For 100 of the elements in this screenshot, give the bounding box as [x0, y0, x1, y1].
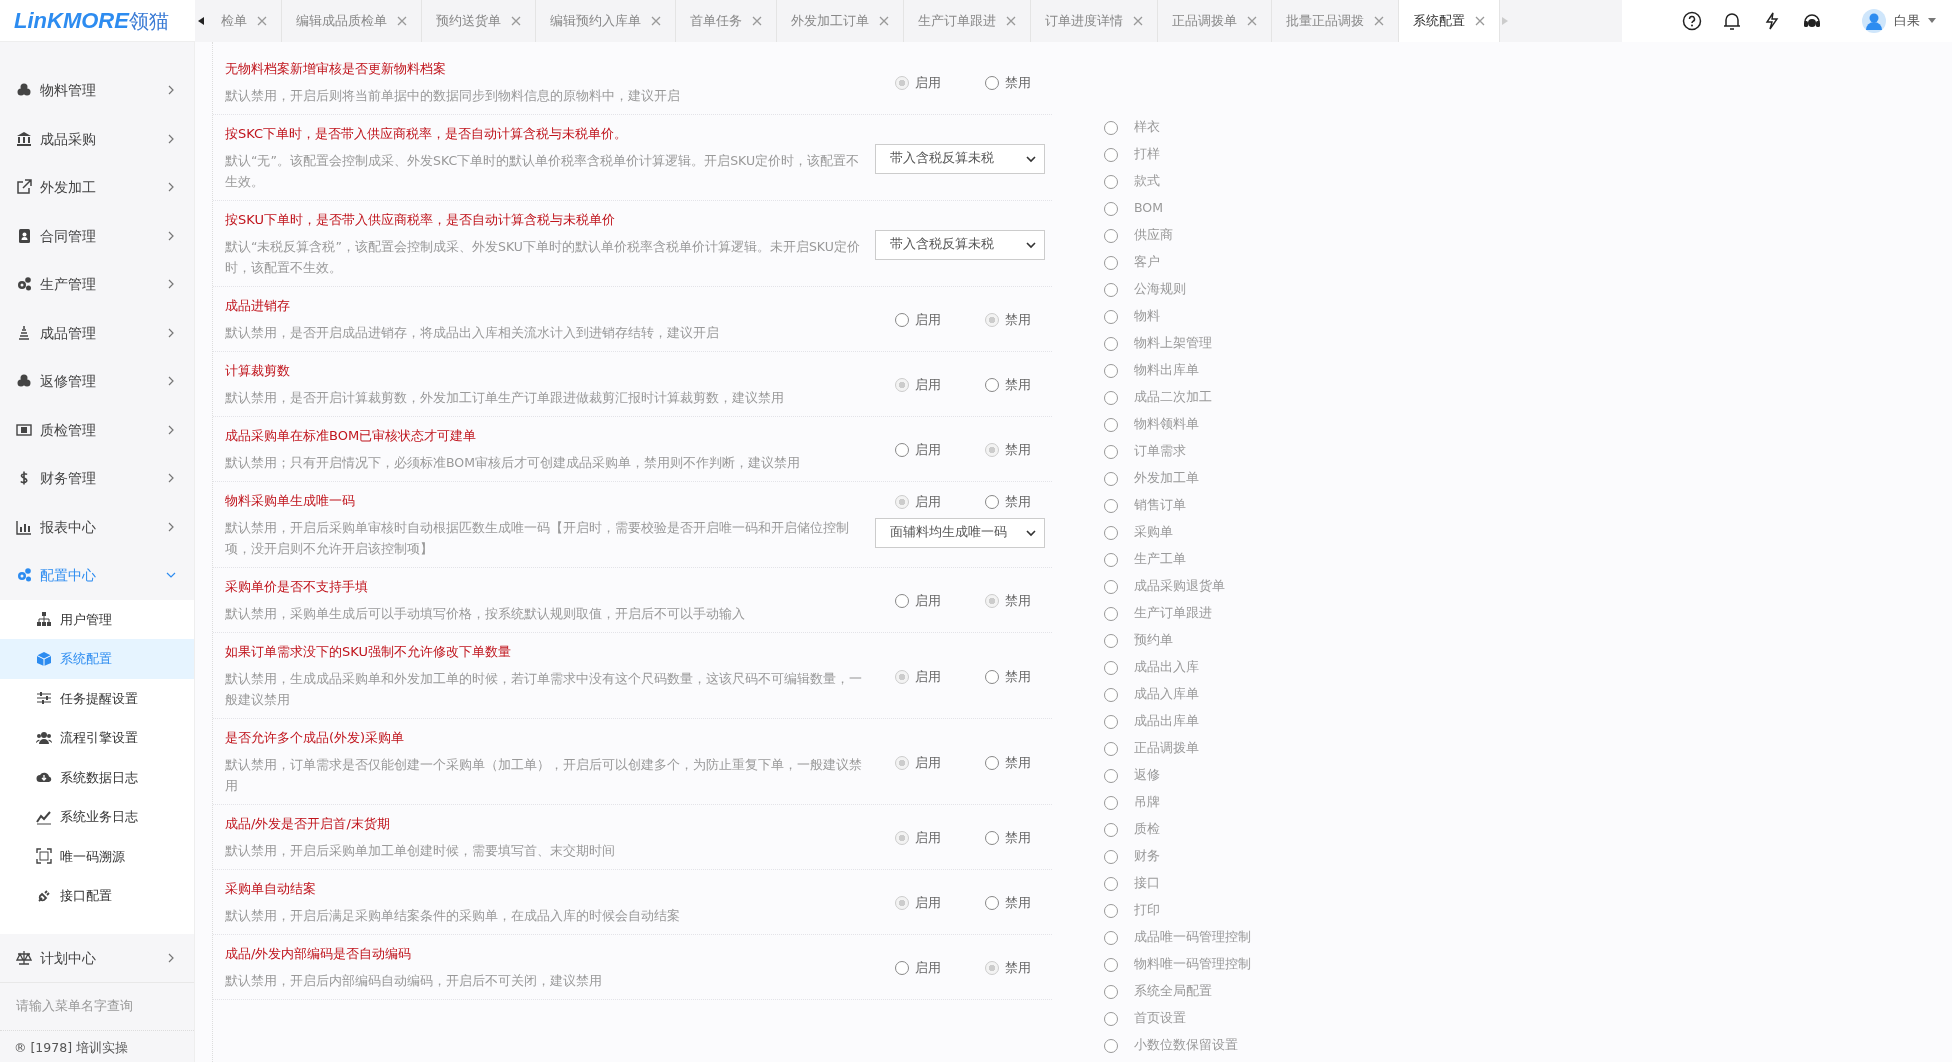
radio-button[interactable]: [1104, 498, 1118, 513]
radio-button[interactable]: [1104, 660, 1118, 675]
close-icon[interactable]: [1374, 15, 1384, 26]
radio-button[interactable]: [1104, 984, 1118, 999]
radio-button[interactable]: [1104, 930, 1118, 945]
close-icon[interactable]: [257, 15, 267, 26]
radio-button[interactable]: [895, 961, 909, 975]
radio-button[interactable]: [1104, 1011, 1118, 1026]
radio-button[interactable]: [985, 755, 999, 770]
sidebar-item[interactable]: 物料管理: [0, 66, 194, 115]
radio-button[interactable]: [1104, 552, 1118, 567]
radio-button[interactable]: [895, 378, 909, 392]
radio-button[interactable]: [1104, 228, 1118, 243]
radio-button[interactable]: [1104, 795, 1118, 810]
radio-button[interactable]: [985, 76, 999, 90]
sidebar-item[interactable]: 计划中心: [0, 933, 194, 982]
radio-button[interactable]: [1104, 822, 1118, 837]
close-icon[interactable]: [1133, 15, 1143, 26]
radio-button[interactable]: [985, 443, 999, 457]
user-menu[interactable]: 白果: [1862, 8, 1936, 33]
radio-button[interactable]: [895, 594, 909, 608]
radio-button[interactable]: [1104, 741, 1118, 756]
bell-icon[interactable]: [1722, 10, 1742, 31]
submenu-item[interactable]: 任务提醒设置: [0, 678, 194, 718]
radio-button[interactable]: [1104, 768, 1118, 783]
close-icon[interactable]: [1247, 15, 1257, 26]
radio-button[interactable]: [1104, 309, 1118, 324]
submenu-item[interactable]: 唯一码溯源: [0, 836, 194, 876]
sidebar-item[interactable]: 质检管理: [0, 405, 194, 454]
close-icon[interactable]: [397, 15, 407, 26]
radio-button[interactable]: [1104, 255, 1118, 270]
radio-button[interactable]: [1104, 579, 1118, 594]
tab[interactable]: 系统配置: [1399, 0, 1500, 42]
chevron-right-icon: [166, 521, 176, 532]
sidebar-item[interactable]: 合同管理: [0, 211, 194, 260]
sidebar-item[interactable]: 返修管理: [0, 357, 194, 406]
radio-button[interactable]: [1104, 687, 1118, 702]
radio-button[interactable]: [985, 669, 999, 684]
help-icon[interactable]: [1682, 10, 1702, 31]
radio-button[interactable]: [1104, 336, 1118, 351]
close-icon[interactable]: [651, 15, 661, 26]
close-icon[interactable]: [752, 15, 762, 26]
close-icon[interactable]: [1475, 15, 1485, 26]
submenu-item[interactable]: 用户管理: [0, 599, 194, 639]
radio-button[interactable]: [895, 494, 909, 509]
radio-button[interactable]: [1104, 282, 1118, 297]
radio-button[interactable]: [895, 755, 909, 770]
sidebar-item[interactable]: 成品采购: [0, 114, 194, 163]
radio-button[interactable]: [1104, 363, 1118, 378]
close-icon[interactable]: [879, 15, 889, 26]
select-dropdown[interactable]: 带入含税反算未税: [875, 143, 1045, 174]
radio-label: 禁用: [1005, 592, 1031, 611]
radio-button[interactable]: [1104, 120, 1118, 135]
radio-button[interactable]: [1104, 957, 1118, 972]
radio-button[interactable]: [1104, 1038, 1118, 1053]
radio-button[interactable]: [895, 443, 909, 457]
sidebar-item[interactable]: 报表中心: [0, 502, 194, 551]
radio-button[interactable]: [985, 378, 999, 392]
radio-button[interactable]: [895, 669, 909, 684]
radio-button[interactable]: [895, 313, 909, 327]
close-icon[interactable]: [1006, 15, 1016, 26]
radio-button[interactable]: [1104, 201, 1118, 216]
radio-button[interactable]: [1104, 876, 1118, 891]
select-dropdown[interactable]: 带入含税反算未税: [875, 229, 1045, 260]
radio-button[interactable]: [1104, 147, 1118, 162]
submenu-item[interactable]: 接口配置: [0, 876, 194, 916]
radio-button[interactable]: [1104, 471, 1118, 486]
radio-button[interactable]: [895, 76, 909, 90]
section-label: 正品调拨单: [1134, 739, 1199, 758]
close-icon[interactable]: [511, 15, 521, 26]
menu-search-field[interactable]: 请输入菜单名字查询: [0, 982, 194, 1030]
radio-button[interactable]: [1104, 903, 1118, 918]
submenu-item[interactable]: 系统业务日志: [0, 797, 194, 837]
sidebar-item[interactable]: 生产管理: [0, 260, 194, 309]
radio-button[interactable]: [895, 896, 909, 910]
sidebar-item[interactable]: 财务管理: [0, 454, 194, 503]
account-info: ® [1978] 培训实操: [0, 1029, 194, 1062]
radio-button[interactable]: [1104, 417, 1118, 432]
radio-button[interactable]: [1104, 444, 1118, 459]
radio-button[interactable]: [1104, 606, 1118, 621]
radio-button[interactable]: [1104, 525, 1118, 540]
radio-button[interactable]: [985, 494, 999, 509]
radio-button[interactable]: [1104, 633, 1118, 648]
radio-label: 禁用: [1005, 376, 1031, 395]
radio-button[interactable]: [985, 961, 999, 975]
radio-button[interactable]: [985, 896, 999, 910]
radio-button[interactable]: [985, 594, 999, 608]
radio-button[interactable]: [1104, 714, 1118, 729]
select-dropdown[interactable]: 面辅料均生成唯一码: [875, 517, 1045, 548]
radio-button[interactable]: [985, 313, 999, 327]
radio-button[interactable]: [985, 831, 999, 845]
radio-button[interactable]: [895, 831, 909, 845]
sidebar-item[interactable]: 成品管理: [0, 308, 194, 357]
radio-label: 禁用: [1005, 441, 1031, 460]
radio-button[interactable]: [1104, 849, 1118, 864]
radio-button[interactable]: [1104, 174, 1118, 189]
radio-button[interactable]: [1104, 390, 1118, 405]
submenu-item[interactable]: 系统数据日志: [0, 757, 194, 797]
submenu-item[interactable]: 流程引擎设置: [0, 718, 194, 758]
sidebar-item[interactable]: 外发加工: [0, 163, 194, 212]
